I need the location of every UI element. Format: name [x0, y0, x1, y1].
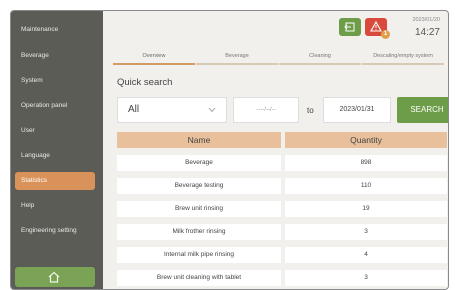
sidebar: Maintenance Beverage System Operation pa… — [11, 11, 103, 289]
table-row-name: Brew unit cleaning with tablet — [117, 270, 281, 286]
tab-overview[interactable]: Overview — [113, 51, 195, 65]
date-to-field[interactable]: 2023/01/31 — [323, 97, 391, 123]
statistics-tabs: Overview Beverage Cleaning Descaling/emp… — [113, 51, 444, 65]
sidebar-item-language[interactable]: Language — [15, 147, 95, 165]
table-row-name: Beverage testing — [117, 178, 281, 194]
alert-count-badge: 1 — [381, 30, 390, 39]
table-row-quantity: 19 — [285, 201, 447, 217]
status-date: 2023/01/20 — [412, 17, 440, 23]
table-row-name: Internal milk pipe rinsing — [117, 247, 281, 263]
filter-select-value: All — [128, 104, 140, 115]
column-header-name: Name — [117, 132, 281, 148]
quick-search-label: Quick search — [117, 77, 173, 88]
date-from-field[interactable]: ----/--/-- — [233, 97, 299, 123]
table-row-name: Beverage — [117, 155, 281, 171]
table-row-name: Brew unit rinsing — [117, 201, 281, 217]
column-header-quantity: Quantity — [285, 132, 447, 148]
table-row-quantity: 110 — [285, 178, 447, 194]
alert-button[interactable]: 1 — [365, 18, 390, 39]
sidebar-item-user[interactable]: User — [15, 122, 95, 140]
exit-icon — [344, 22, 355, 32]
search-button[interactable]: SEARCH — [397, 97, 448, 123]
tab-cleaning[interactable]: Cleaning — [279, 51, 361, 65]
device-screen: Maintenance Beverage System Operation pa… — [10, 10, 449, 290]
sidebar-item-help[interactable]: Help — [15, 197, 95, 215]
filter-select[interactable]: All — [117, 97, 227, 123]
sidebar-item-maintenance[interactable]: Maintenance — [15, 21, 95, 39]
table-row-quantity: 898 — [285, 155, 447, 171]
status-time: 14:27 — [414, 27, 440, 38]
exit-button[interactable] — [339, 18, 361, 36]
table-row-name: Milk frother rinsing — [117, 224, 281, 240]
sidebar-item-operation-panel[interactable]: Operation panel — [15, 97, 95, 115]
table-row-quantity: 3 — [285, 224, 447, 240]
sidebar-item-system[interactable]: System — [15, 72, 95, 90]
table-row-quantity: 3 — [285, 270, 447, 286]
sidebar-item-beverage[interactable]: Beverage — [15, 47, 95, 65]
home-button[interactable] — [15, 267, 95, 287]
chevron-down-icon — [208, 107, 216, 113]
date-range-to-label: to — [307, 106, 314, 115]
sidebar-item-statistics[interactable]: Statistics — [15, 172, 95, 190]
tab-descaling-empty-system[interactable]: Descaling/empty system — [362, 51, 444, 65]
main-panel: 1 2023/01/20 14:27 Overview Beverage Cle… — [103, 11, 448, 289]
tab-beverage[interactable]: Beverage — [196, 51, 278, 65]
home-icon — [48, 271, 60, 283]
sidebar-item-engineering-setting[interactable]: Engineering setting — [15, 222, 95, 240]
table-row-quantity: 4 — [285, 247, 447, 263]
